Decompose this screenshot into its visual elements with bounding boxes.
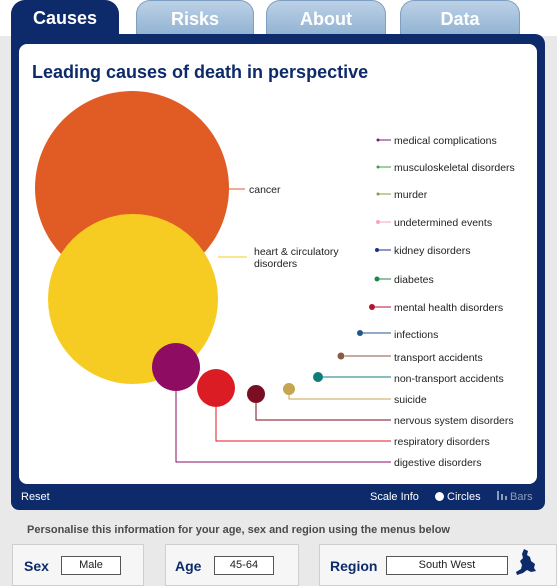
label-murder: murder: [394, 189, 428, 201]
chart-area: Leading causes of death in perspective c…: [19, 44, 537, 484]
bubble-respiratory[interactable]: [197, 369, 235, 407]
tab-about[interactable]: About: [266, 0, 386, 37]
panel-footer: Reset Scale Info Circles Bars: [11, 490, 545, 510]
bubble-nervous-system[interactable]: [247, 385, 265, 403]
label-musculoskeletal: musculoskeletal disorders: [394, 162, 515, 174]
region-select[interactable]: South West: [386, 556, 508, 575]
bubble-diabetes[interactable]: [374, 276, 380, 282]
tab-causes[interactable]: Causes: [11, 0, 119, 36]
age-selector: Age 45-64: [165, 544, 299, 586]
leader-respiratory: [215, 407, 391, 442]
label-infections: infections: [394, 329, 438, 341]
bubble-mental-health[interactable]: [369, 304, 375, 310]
label-medical: medical complications: [394, 135, 497, 147]
bubble-infections[interactable]: [357, 330, 363, 336]
bubble-digestive[interactable]: [152, 343, 200, 391]
scale-info-button[interactable]: Scale Info: [370, 491, 419, 503]
chart-panel: Leading causes of death in perspective c…: [11, 34, 545, 510]
label-heart: heart & circulatory disorders: [254, 246, 342, 270]
label-non-transport: non-transport accidents: [394, 373, 504, 385]
circles-view-toggle[interactable]: Circles: [435, 491, 481, 503]
label-digestive: digestive disorders: [394, 457, 482, 469]
sex-label: Sex: [24, 558, 49, 574]
region-label: Region: [330, 558, 378, 574]
leader-nervous: [255, 403, 391, 421]
label-respiratory: respiratory disorders: [394, 436, 490, 448]
label-diabetes: diabetes: [394, 274, 434, 286]
label-mental: mental health disorders: [394, 302, 503, 314]
bubble-non-transport[interactable]: [313, 372, 323, 382]
label-suicide: suicide: [394, 394, 427, 406]
sex-selector: Sex Male: [12, 544, 144, 586]
bars-icon: [497, 491, 507, 500]
leader-suicide: [288, 395, 391, 400]
bars-view-toggle[interactable]: Bars: [497, 491, 533, 503]
tab-risks[interactable]: Risks: [136, 0, 254, 37]
personalise-text: Personalise this information for your ag…: [27, 524, 450, 536]
reset-button[interactable]: Reset: [21, 491, 50, 503]
age-label: Age: [175, 558, 202, 574]
sex-select[interactable]: Male: [61, 556, 121, 575]
bubble-transport[interactable]: [337, 352, 345, 360]
tab-bar: Causes Risks About Data: [0, 0, 557, 37]
label-nervous: nervous system disorders: [394, 415, 514, 427]
bubble-kidney[interactable]: [375, 248, 379, 252]
bubble-suicide[interactable]: [283, 383, 295, 395]
bubble-chart: cancer heart & circulatory disorders dig…: [35, 91, 515, 469]
tab-data[interactable]: Data: [400, 0, 520, 37]
label-kidney: kidney disorders: [394, 245, 470, 257]
england-map-icon[interactable]: [513, 548, 539, 576]
label-transport: transport accidents: [394, 352, 483, 364]
age-select[interactable]: 45-64: [214, 556, 274, 575]
circle-icon: [435, 492, 444, 501]
label-undetermined: undetermined events: [394, 217, 492, 229]
label-cancer: cancer: [249, 184, 281, 196]
